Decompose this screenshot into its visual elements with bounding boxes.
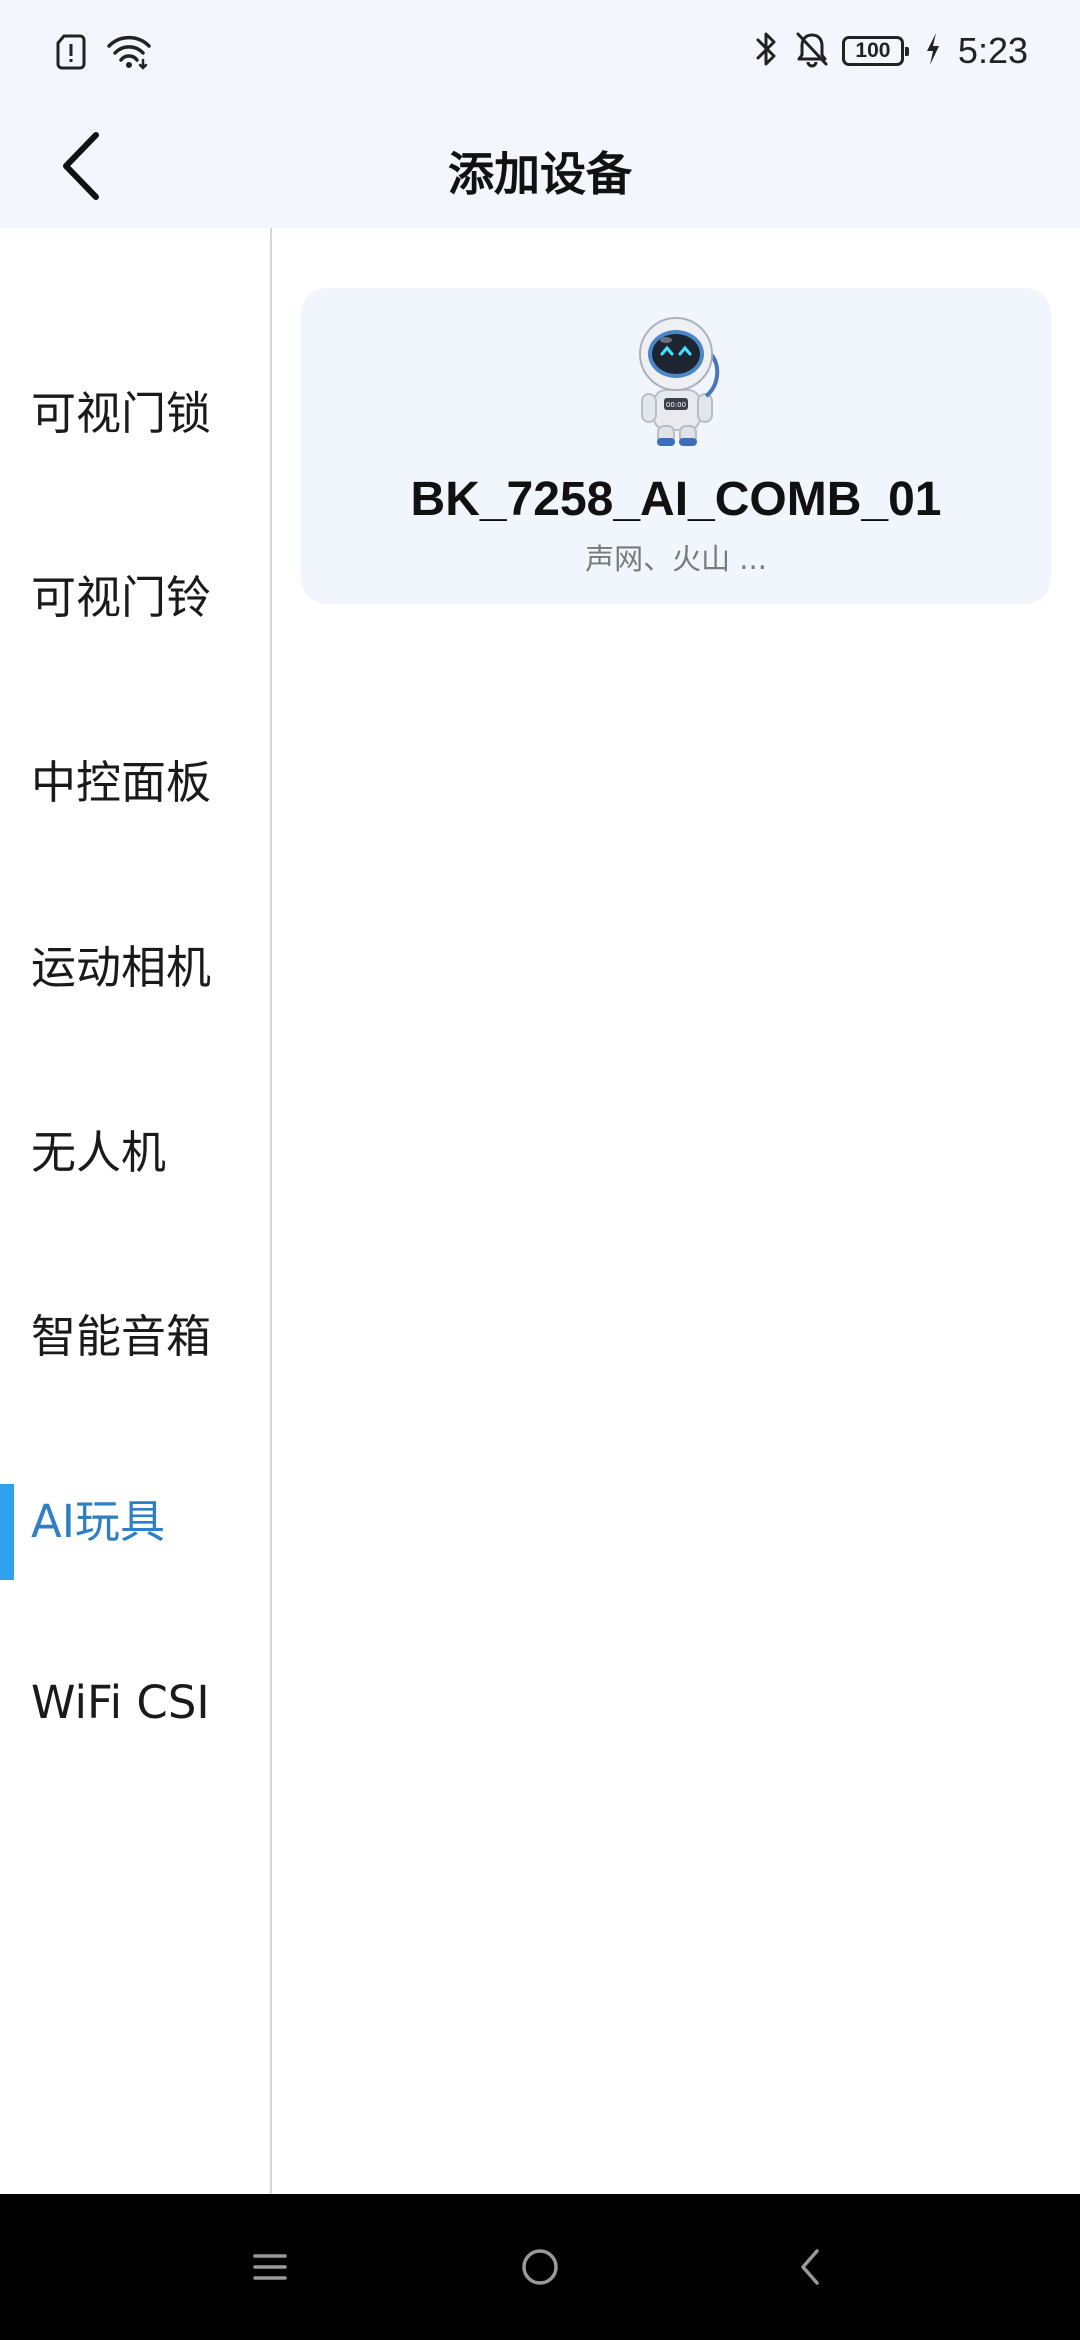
sidebar-item-video-door-lock[interactable]: 可视门锁: [0, 354, 270, 464]
back-icon: [798, 2248, 822, 2290]
astronaut-robot-icon: 00:00: [628, 310, 728, 448]
status-time: 5:23: [957, 30, 1028, 71]
sidebar-item-action-camera[interactable]: 运动相机: [0, 908, 270, 1018]
status-right: 100 5:23: [752, 30, 1028, 72]
menu-button[interactable]: [230, 2229, 310, 2309]
sidebar-item-control-panel[interactable]: 中控面板: [0, 723, 270, 833]
category-sidebar: 可视门锁 可视门铃 中控面板 运动相机 无人机 智能音箱 AI玩具 WiFi C…: [0, 228, 272, 2194]
system-nav-bar: [0, 2194, 1080, 2340]
bell-off-icon: [794, 30, 830, 72]
svg-text:00:00: 00:00: [666, 401, 686, 409]
sidebar-item-drone[interactable]: 无人机: [0, 1093, 270, 1203]
sim-alert-icon: [56, 34, 86, 74]
sidebar-item-label: 运动相机: [31, 940, 212, 994]
device-subtitle: 声网、火山 ...: [585, 542, 767, 576]
sidebar-item-label: 可视门铃: [31, 570, 212, 624]
active-indicator: [0, 1484, 14, 1580]
menu-icon: [253, 2252, 287, 2286]
sidebar-item-label: AI玩具: [31, 1494, 166, 1548]
sidebar-item-video-doorbell[interactable]: 可视门铃: [0, 538, 270, 648]
header: 添加设备: [0, 110, 1080, 228]
status-bar: 100 5:23: [0, 0, 1080, 110]
sidebar-item-label: 中控面板: [31, 755, 212, 809]
sidebar-item-ai-toy[interactable]: AI玩具: [0, 1462, 270, 1580]
sidebar-item-label: 智能音箱: [31, 1309, 212, 1363]
wifi-icon: [106, 34, 152, 74]
sidebar-item-smart-speaker[interactable]: 智能音箱: [0, 1277, 270, 1387]
device-card[interactable]: 00:00 BK_7258_AI_COMB_01 声网、火山 ...: [301, 288, 1051, 604]
home-button[interactable]: [500, 2229, 580, 2309]
sidebar-item-wifi-csi[interactable]: WiFi CSI: [0, 1647, 270, 1757]
sidebar-item-label: WiFi CSI: [31, 1675, 210, 1729]
back-nav-button[interactable]: [770, 2229, 850, 2309]
device-name: BK_7258_AI_COMB_01: [410, 473, 942, 526]
page-title: 添加设备: [448, 147, 632, 201]
status-left: [56, 34, 152, 74]
sidebar-item-label: 可视门锁: [31, 386, 212, 440]
home-icon: [520, 2247, 560, 2291]
charging-icon: [924, 32, 942, 70]
bluetooth-icon: [752, 30, 782, 72]
battery-icon: 100: [841, 36, 909, 66]
sidebar-item-label: 无人机: [31, 1125, 167, 1179]
